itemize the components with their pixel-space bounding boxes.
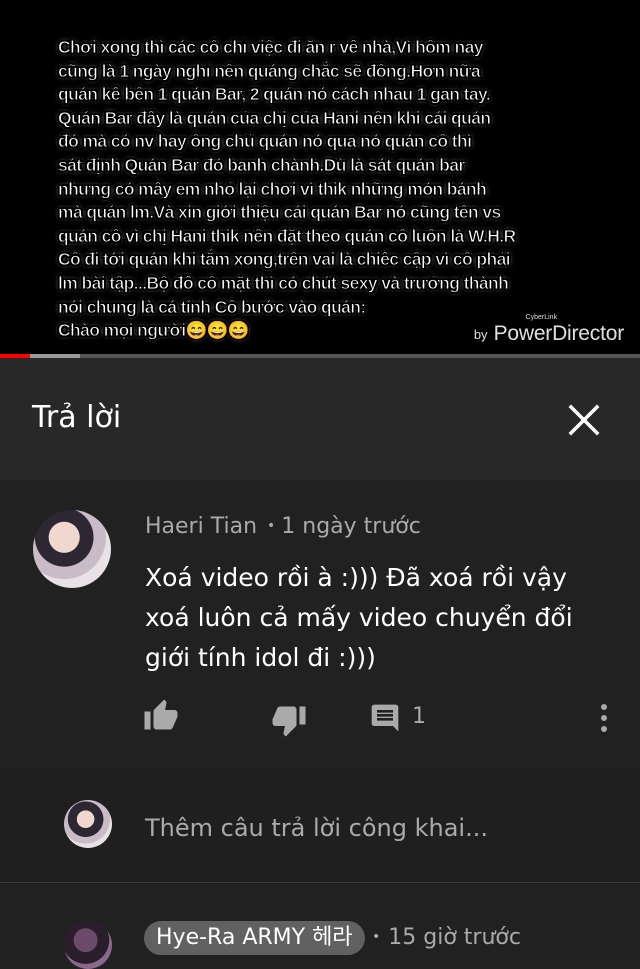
reply-time: • 15 giờ trước bbox=[372, 925, 521, 950]
reply-count: 1 bbox=[412, 704, 426, 729]
reply-time-text: 15 giờ trước bbox=[388, 925, 521, 950]
reply-panel-title: Trả lời bbox=[32, 400, 122, 435]
more-button[interactable] bbox=[590, 702, 618, 734]
video-player[interactable]: Chơi xong thì các cô chỉ việc đi ăn r về… bbox=[0, 0, 640, 358]
reply-button[interactable] bbox=[369, 702, 401, 734]
add-reply-row: Thêm câu trả lời công khai... bbox=[0, 768, 640, 882]
avatar[interactable] bbox=[64, 921, 112, 969]
close-button[interactable] bbox=[562, 398, 606, 442]
avatar bbox=[64, 800, 112, 848]
comment-time: 1 ngày trước bbox=[281, 514, 421, 539]
like-button[interactable] bbox=[143, 698, 179, 734]
reply-author-badge[interactable]: Hye-Ra ARMY 헤라 bbox=[144, 921, 365, 955]
comment-icon bbox=[371, 704, 399, 732]
watermark-brand: PowerDirector bbox=[493, 322, 625, 345]
comment-text: Xoá video rồi à :))) Đã xoá rồi vậy xoá … bbox=[145, 563, 573, 672]
add-reply-input[interactable]: Thêm câu trả lời công khai... bbox=[145, 814, 605, 842]
separator-dot: • bbox=[267, 518, 276, 534]
comment-meta: Haeri Tian • 1 ngày trước bbox=[145, 514, 421, 539]
more-vert-icon bbox=[601, 704, 607, 732]
separator-dot: • bbox=[372, 929, 381, 945]
watermark-cyberlink: CyberLink bbox=[525, 314, 558, 321]
thumb-up-icon bbox=[144, 699, 178, 730]
dislike-button[interactable] bbox=[271, 702, 307, 738]
watermark-brand-wrap: CyberLink PowerDirector bbox=[493, 314, 625, 346]
reply-panel-header: Trả lời bbox=[0, 358, 640, 480]
powerdirector-watermark: by CyberLink PowerDirector bbox=[473, 314, 625, 346]
watermark-by: by bbox=[473, 327, 488, 342]
thumb-down-icon bbox=[272, 706, 306, 737]
reply-comment: Hye-Ra ARMY 헤라 • 15 giờ trước bbox=[0, 883, 640, 969]
video-caption-text: Chơi xong thì các cô chỉ việc đi ăn r về… bbox=[58, 37, 517, 341]
comment: Haeri Tian • 1 ngày trước Xoá video rồi à … bbox=[0, 480, 640, 768]
avatar[interactable] bbox=[33, 510, 111, 588]
close-icon bbox=[568, 404, 600, 436]
comment-author[interactable]: Haeri Tian bbox=[145, 514, 257, 539]
